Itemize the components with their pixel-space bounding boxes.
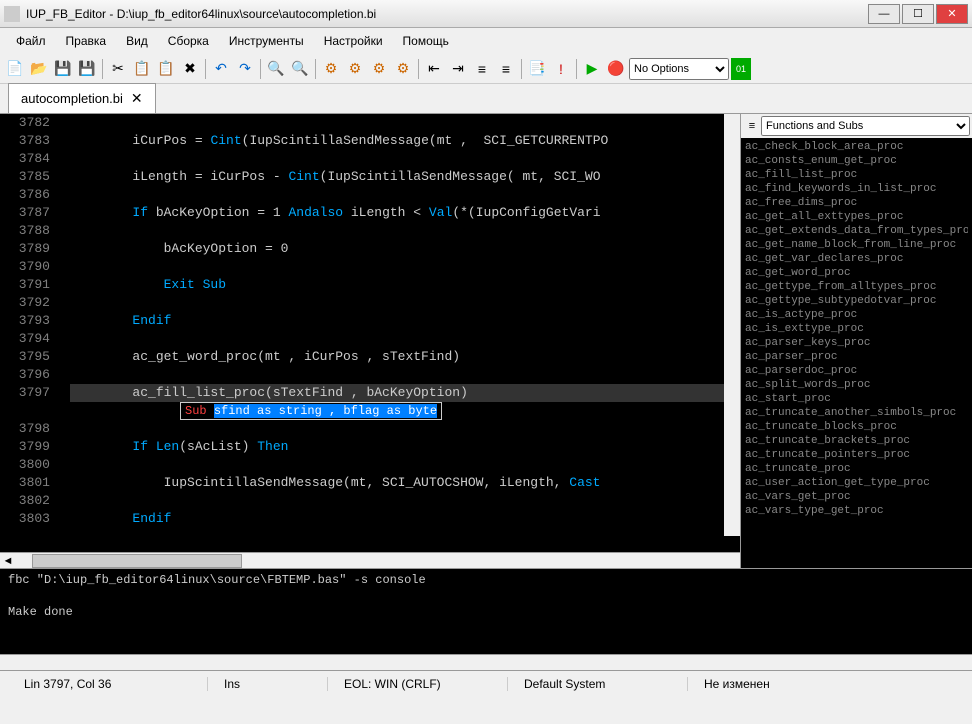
code-editor[interactable]: 3782378337843785378637873788378937903791…	[0, 114, 740, 552]
symbol-item[interactable]: ac_gettype_from_alltypes_proc	[745, 280, 968, 294]
uncomment-icon[interactable]: ≡	[495, 58, 517, 80]
menu-tools[interactable]: Инструменты	[221, 30, 312, 52]
symbols-list[interactable]: ac_check_block_area_procac_consts_enum_g…	[741, 138, 972, 568]
open-file-icon[interactable]: 📂	[28, 58, 50, 80]
save-icon[interactable]: 💾	[52, 58, 74, 80]
menu-help[interactable]: Помощь	[395, 30, 457, 52]
tool-icon-1[interactable]: ⚙	[320, 58, 342, 80]
copy-icon[interactable]: 📋	[131, 58, 153, 80]
tab-close-icon[interactable]: ✕	[131, 90, 143, 107]
debug-icon[interactable]: 🔴	[605, 58, 627, 80]
status-position: Lin 3797, Col 36	[8, 677, 208, 691]
menu-view[interactable]: Вид	[118, 30, 156, 52]
symbol-item[interactable]: ac_user_action_get_type_proc	[745, 476, 968, 490]
symbol-item[interactable]: ac_parser_keys_proc	[745, 336, 968, 350]
statusbar: Lin 3797, Col 36 Ins EOL: WIN (CRLF) Def…	[0, 670, 972, 696]
indent-right-icon[interactable]: ⇥	[447, 58, 469, 80]
symbol-item[interactable]: ac_fill_list_proc	[745, 168, 968, 182]
toggle-icon[interactable]: 01	[731, 58, 751, 80]
status-eol: EOL: WIN (CRLF)	[328, 677, 508, 691]
symbol-item[interactable]: ac_truncate_another_simbols_proc	[745, 406, 968, 420]
editor-hscroll[interactable]: ◄	[0, 552, 740, 568]
save-all-icon[interactable]: 💾	[76, 58, 98, 80]
status-modified: Не изменен	[688, 677, 786, 691]
side-panel: ≡ Functions and Subs ac_check_block_area…	[740, 114, 972, 568]
titlebar: IUP_FB_Editor - D:\iup_fb_editor64linux\…	[0, 0, 972, 28]
tab-active[interactable]: autocompletion.bi ✕	[8, 83, 156, 113]
symbol-item[interactable]: ac_find_keywords_in_list_proc	[745, 182, 968, 196]
error-icon[interactable]: !	[550, 58, 572, 80]
line-gutter: 3782378337843785378637873788378937903791…	[0, 114, 60, 528]
status-charset: Default System	[508, 677, 688, 691]
symbol-item[interactable]: ac_parserdoc_proc	[745, 364, 968, 378]
tool-icon-3[interactable]: ⚙	[368, 58, 390, 80]
menubar: Файл Правка Вид Сборка Инструменты Настр…	[0, 28, 972, 54]
toolbar: 📄 📂 💾 💾 ✂ 📋 📋 ✖ ↶ ↷ 🔍 🔍 ⚙ ⚙ ⚙ ⚙ ⇤ ⇥ ≡ ≡ …	[0, 54, 972, 84]
symbols-filter-select[interactable]: Functions and Subs	[761, 116, 970, 136]
symbol-item[interactable]: ac_gettype_subtypedotvar_proc	[745, 294, 968, 308]
symbol-item[interactable]: ac_get_extends_data_from_types_proc	[745, 224, 968, 238]
symbol-item[interactable]: ac_get_all_exttypes_proc	[745, 210, 968, 224]
tool-icon-2[interactable]: ⚙	[344, 58, 366, 80]
redo-icon[interactable]: ↷	[234, 58, 256, 80]
status-insert-mode: Ins	[208, 677, 328, 691]
run-icon[interactable]: ▶	[581, 58, 603, 80]
window-title: IUP_FB_Editor - D:\iup_fb_editor64linux\…	[26, 7, 868, 21]
symbol-item[interactable]: ac_vars_get_proc	[745, 490, 968, 504]
app-icon	[4, 6, 20, 22]
new-file-icon[interactable]: 📄	[4, 58, 26, 80]
build-console[interactable]: fbc "D:\iup_fb_editor64linux\source\FBTE…	[0, 568, 972, 654]
close-button[interactable]: ✕	[936, 4, 968, 24]
symbol-item[interactable]: ac_truncate_pointers_proc	[745, 448, 968, 462]
build-options-select[interactable]: No Options	[629, 58, 729, 80]
symbol-item[interactable]: ac_split_words_proc	[745, 378, 968, 392]
menu-file[interactable]: Файл	[8, 30, 54, 52]
menu-settings[interactable]: Настройки	[316, 30, 391, 52]
symbol-item[interactable]: ac_is_actype_proc	[745, 308, 968, 322]
editor-vscroll[interactable]	[724, 114, 740, 536]
replace-icon[interactable]: 🔍	[289, 58, 311, 80]
symbol-item[interactable]: ac_parser_proc	[745, 350, 968, 364]
comment-icon[interactable]: ≡	[471, 58, 493, 80]
symbol-item[interactable]: ac_free_dims_proc	[745, 196, 968, 210]
symbol-item[interactable]: ac_vars_type_get_proc	[745, 504, 968, 518]
delete-icon[interactable]: ✖	[179, 58, 201, 80]
tab-bar: autocompletion.bi ✕	[0, 84, 972, 114]
symbol-item[interactable]: ac_is_exttype_proc	[745, 322, 968, 336]
maximize-button[interactable]: ☐	[902, 4, 934, 24]
symbol-item[interactable]: ac_check_block_area_proc	[745, 140, 968, 154]
symbol-item[interactable]: ac_truncate_proc	[745, 462, 968, 476]
symbol-item[interactable]: ac_get_name_block_from_line_proc	[745, 238, 968, 252]
find-icon[interactable]: 🔍	[265, 58, 287, 80]
symbol-item[interactable]: ac_start_proc	[745, 392, 968, 406]
symbol-item[interactable]: ac_get_var_declares_proc	[745, 252, 968, 266]
symbol-item[interactable]: ac_get_word_proc	[745, 266, 968, 280]
console-scrollbar[interactable]	[0, 654, 972, 670]
signature-tooltip: Sub sfind as string , bflag as byte	[180, 402, 442, 420]
indent-left-icon[interactable]: ⇤	[423, 58, 445, 80]
symbol-item[interactable]: ac_consts_enum_get_proc	[745, 154, 968, 168]
symbol-item[interactable]: ac_truncate_brackets_proc	[745, 434, 968, 448]
tool-icon-4[interactable]: ⚙	[392, 58, 414, 80]
symbol-item[interactable]: ac_truncate_blocks_proc	[745, 420, 968, 434]
side-panel-icon: ≡	[743, 120, 761, 132]
minimize-button[interactable]: —	[868, 4, 900, 24]
bookmark-icon[interactable]: 📑	[526, 58, 548, 80]
undo-icon[interactable]: ↶	[210, 58, 232, 80]
menu-edit[interactable]: Правка	[58, 30, 115, 52]
cut-icon[interactable]: ✂	[107, 58, 129, 80]
menu-build[interactable]: Сборка	[160, 30, 217, 52]
tab-label: autocompletion.bi	[21, 91, 123, 106]
paste-icon[interactable]: 📋	[155, 58, 177, 80]
